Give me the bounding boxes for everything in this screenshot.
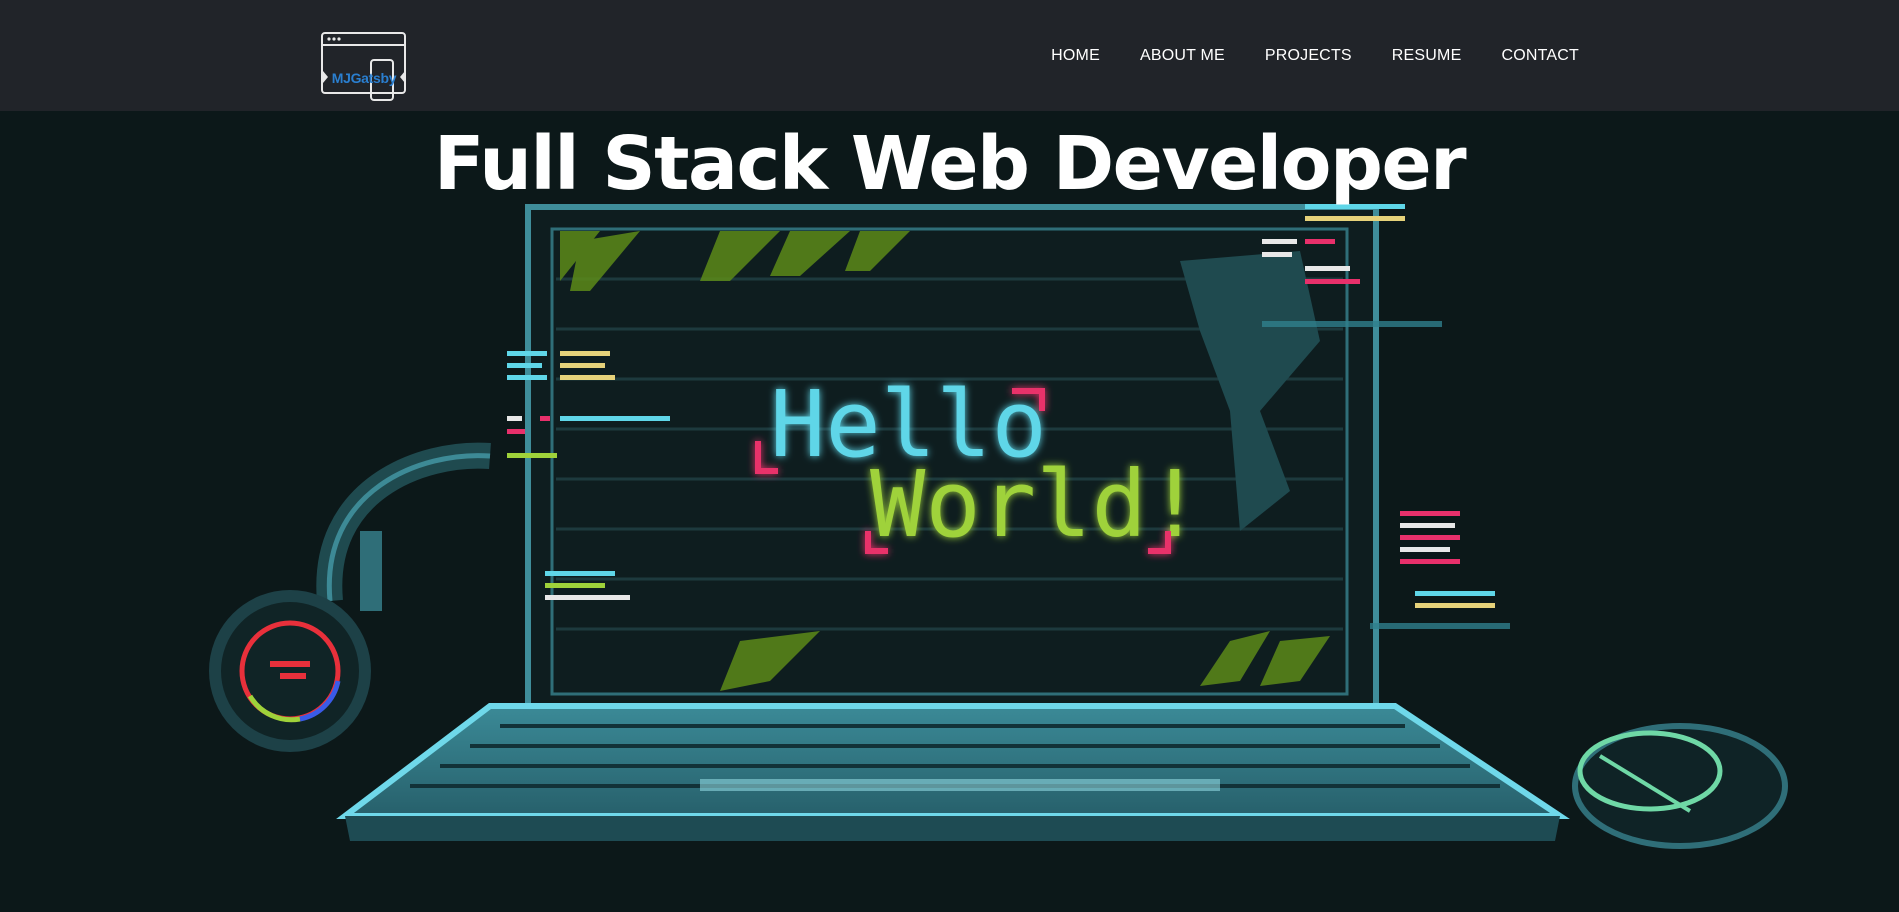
headphones-icon (209, 442, 491, 752)
nav-about-me[interactable]: ABOUT ME (1140, 47, 1225, 65)
logo-text: MJGatsby (331, 70, 397, 86)
hero-illustration: Hello World! (209, 204, 1788, 849)
mouse-icon (1572, 723, 1788, 849)
hero-title: Full Stack Web Developer (433, 121, 1467, 207)
nav-home[interactable]: HOME (1051, 47, 1100, 65)
screen-world: World! (870, 451, 1202, 558)
hero-section: Hello World! Full Stack Web Developer (0, 111, 1899, 912)
nav-projects[interactable]: PROJECTS (1265, 47, 1352, 65)
browser-window-icon (321, 32, 406, 101)
site-logo[interactable]: MJGatsby (321, 32, 407, 102)
nav-resume[interactable]: RESUME (1392, 47, 1462, 65)
main-nav: HOME ABOUT ME PROJECTS RESUME CONTACT (1051, 47, 1579, 65)
laptop-keyboard (336, 703, 1570, 841)
navbar: MJGatsby HOME ABOUT ME PROJECTS RESUME C… (0, 0, 1899, 111)
nav-contact[interactable]: CONTACT (1501, 47, 1579, 65)
